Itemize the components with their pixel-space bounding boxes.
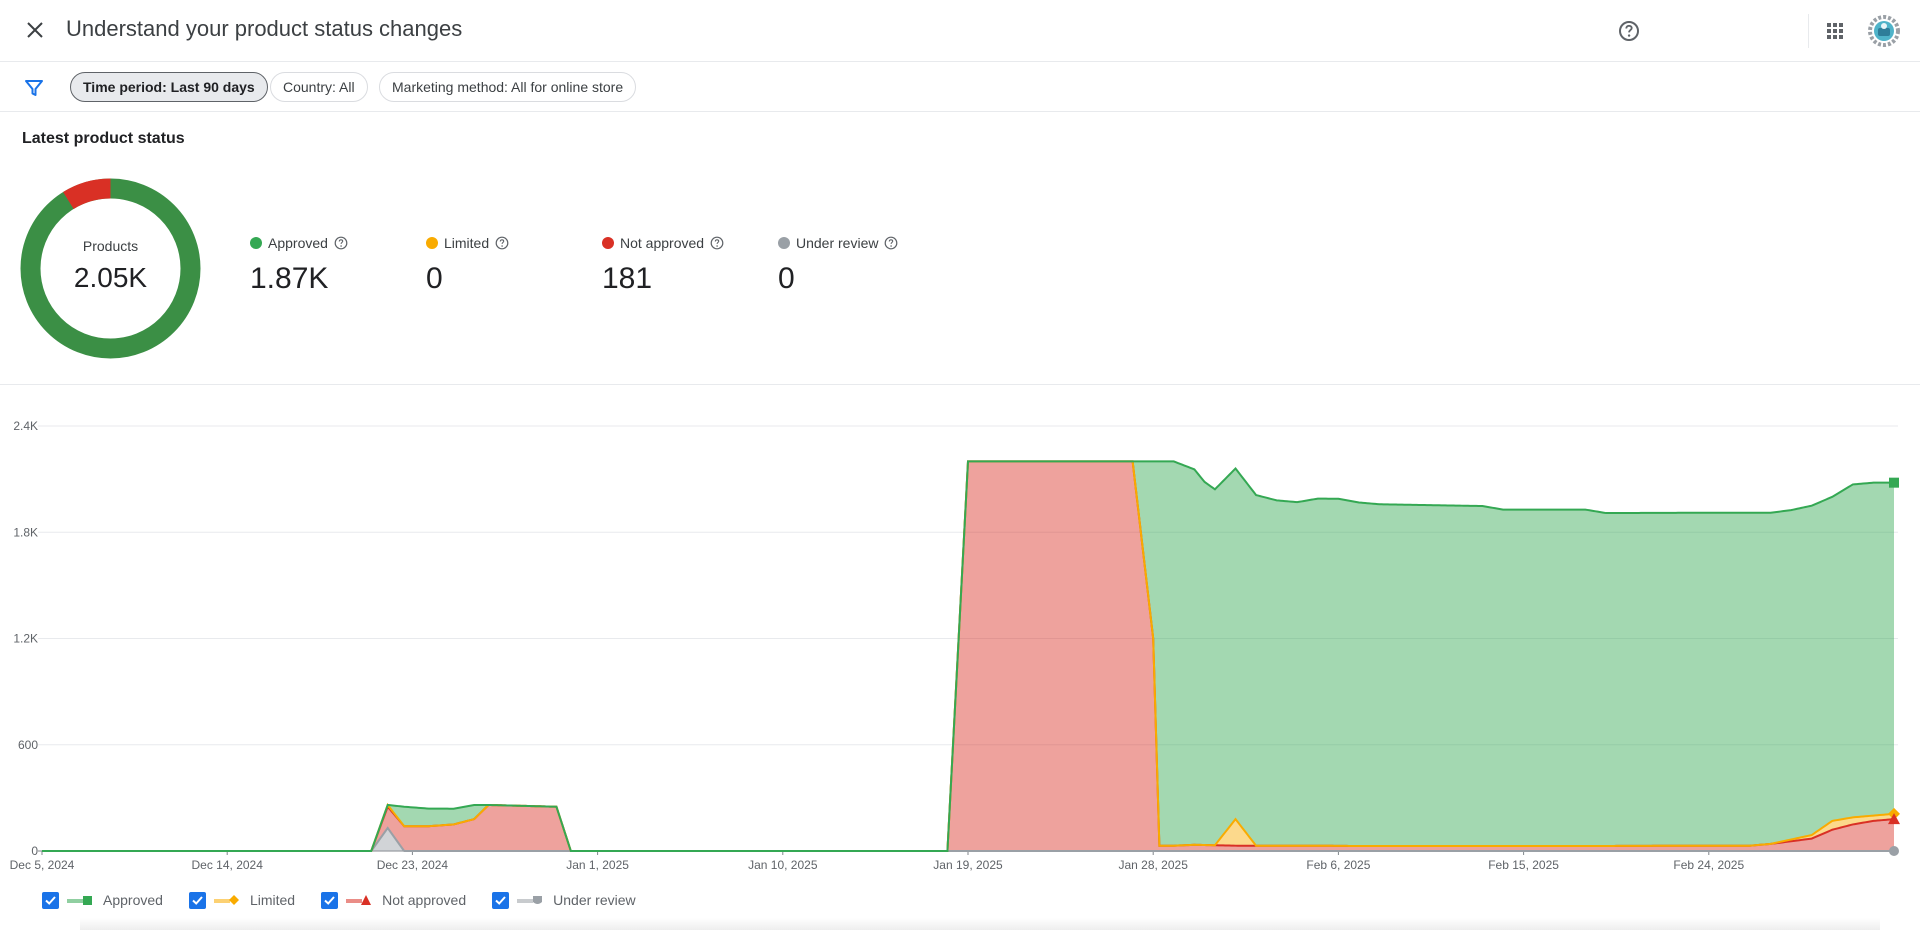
under-review-end-marker: [1889, 846, 1899, 856]
section-divider: [0, 384, 1920, 385]
not-approved-series-swatch-icon: [346, 895, 372, 905]
header-divider: [1808, 14, 1809, 48]
x-tick-label: Dec 5, 2024: [10, 858, 75, 872]
under-review-series-swatch-icon: [517, 896, 543, 904]
x-tick-label: Feb 15, 2025: [1488, 858, 1559, 872]
legend-item-limited[interactable]: Limited: [188, 891, 296, 909]
help-icon[interactable]: [884, 236, 898, 250]
chart-legend: Approved Limited Not approved Under revi…: [42, 888, 662, 912]
stat-label: Limited: [444, 235, 490, 251]
close-icon: [27, 22, 43, 38]
stat-not-approved: Not approved 181: [602, 234, 772, 296]
checkbox-checked-icon[interactable]: [492, 891, 510, 909]
section-title: Latest product status: [22, 130, 185, 147]
y-tick-label: 600: [18, 738, 38, 752]
stat-label: Approved: [268, 235, 328, 251]
checkbox-checked-icon[interactable]: [42, 891, 59, 909]
close-button[interactable]: [18, 13, 52, 47]
help-circle-icon: [1619, 21, 1639, 41]
bottom-fade: [80, 918, 1880, 930]
approved-end-marker: [1889, 477, 1899, 488]
stat-under-review: Under review 0: [778, 234, 948, 296]
not-approved-dot-icon: [602, 237, 614, 249]
filter-bar: Time period: Last 90 days Country: All M…: [0, 62, 1920, 112]
status-area-chart: 0 600 1.2K 1.8K 2.4K Dec 5, 2024 Dec 14, 2024 D…: [10, 419, 1900, 872]
y-tick-label: 2.4K: [13, 419, 38, 433]
approved-dot-icon: [250, 237, 262, 249]
legend-label: Limited: [249, 892, 296, 908]
apps-grid-icon: [1827, 23, 1843, 39]
help-icon[interactable]: [334, 236, 348, 250]
stat-label: Not approved: [620, 235, 705, 251]
apps-button[interactable]: [1818, 14, 1852, 48]
y-tick-label: 1.2K: [13, 632, 38, 646]
limited-dot-icon: [426, 237, 438, 249]
time-period-chip[interactable]: Time period: Last 90 days: [70, 72, 268, 102]
checkbox-checked-icon[interactable]: [321, 891, 339, 909]
x-tick-label: Dec 14, 2024: [192, 858, 264, 872]
help-button[interactable]: [1612, 14, 1646, 48]
y-tick-label: 1.8K: [13, 525, 38, 539]
x-tick-label: Jan 10, 2025: [748, 858, 818, 872]
legend-item-not-approved[interactable]: Not approved: [321, 891, 467, 909]
stat-approved: Approved 1.87K: [250, 234, 420, 296]
country-chip[interactable]: Country: All: [270, 72, 368, 102]
legend-item-under-review[interactable]: Under review: [492, 891, 636, 909]
help-icon[interactable]: [495, 236, 509, 250]
x-tick-label: Feb 24, 2025: [1673, 858, 1744, 872]
page-title: Understand your product status changes: [66, 16, 463, 41]
stat-label: Under review: [796, 235, 879, 251]
limited-series-swatch-icon: [213, 895, 239, 905]
legend-label: Under review: [553, 892, 636, 908]
stat-value: 181: [602, 262, 653, 295]
stat-limited: Limited 0: [426, 234, 596, 296]
y-tick-label: 0: [31, 844, 38, 858]
account-avatar[interactable]: [1866, 13, 1902, 49]
stat-value: 1.87K: [250, 262, 329, 295]
x-tick-label: Jan 28, 2025: [1118, 858, 1188, 872]
x-tick-label: Dec 23, 2024: [377, 858, 449, 872]
legend-label: Not approved: [382, 892, 467, 908]
x-tick-label: Jan 19, 2025: [933, 858, 1003, 872]
filter-icon[interactable]: [22, 76, 46, 100]
help-icon[interactable]: [710, 236, 724, 250]
stat-value: 0: [426, 262, 443, 295]
legend-item-approved[interactable]: Approved: [42, 891, 163, 909]
under-review-dot-icon: [778, 237, 790, 249]
x-tick-label: Jan 1, 2025: [566, 858, 629, 872]
stat-value: 0: [778, 262, 795, 295]
legend-label: Approved: [103, 892, 163, 908]
app-header: Understand your product status changes: [0, 0, 1920, 62]
donut-total-value: 2.05K: [73, 262, 148, 293]
marketing-method-chip[interactable]: Marketing method: All for online store: [379, 72, 637, 102]
donut-label: Products: [82, 238, 139, 254]
approved-series-swatch-icon: [67, 896, 92, 905]
x-tick-label: Feb 6, 2025: [1306, 858, 1370, 872]
checkbox-checked-icon[interactable]: [188, 891, 206, 909]
